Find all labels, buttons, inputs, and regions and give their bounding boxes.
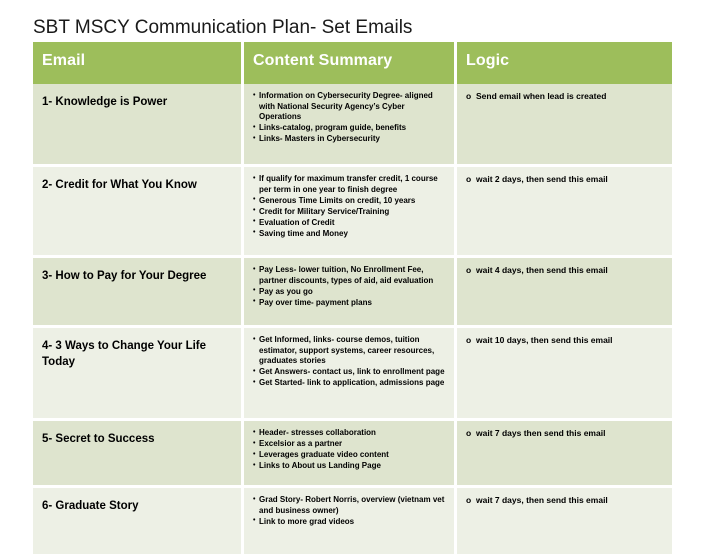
content-bullet-list: If qualify for maximum transfer credit, …: [253, 174, 447, 239]
table-row: 3- How to Pay for Your Degree Pay Less- …: [33, 258, 672, 328]
list-item: Pay Less- lower tuition, No Enrollment F…: [253, 265, 447, 286]
column-header-content-summary: Content Summary: [244, 42, 457, 84]
cell-content-summary: Header- stresses collaboration Excelsior…: [244, 421, 457, 488]
list-item: Links- Masters in Cybersecurity: [253, 134, 447, 145]
list-item: Pay over time- payment plans: [253, 297, 447, 309]
cell-content-summary: Information on Cybersecurity Degree- ali…: [244, 84, 457, 167]
cell-content-summary: Get Informed, links- course demos, tuiti…: [244, 328, 457, 421]
page-title: SBT MSCY Communication Plan- Set Emails: [33, 17, 413, 38]
cell-logic: wait 7 days then send this email: [457, 421, 672, 488]
list-item: Pay as you go: [253, 286, 447, 298]
cell-content-summary: If qualify for maximum transfer credit, …: [244, 167, 457, 258]
slide-canvas: SBT MSCY Communication Plan- Set Emails …: [0, 0, 720, 557]
cell-content-summary: Pay Less- lower tuition, No Enrollment F…: [244, 258, 457, 328]
list-item: Generous Time Limits on credit, 10 years: [253, 195, 447, 207]
content-bullet-list: Grad Story- Robert Norris, overview (vie…: [253, 495, 447, 527]
list-item: Links to About us Landing Page: [253, 461, 447, 472]
cell-email: 4- 3 Ways to Change Your Life Today: [33, 328, 244, 421]
table-row: 4- 3 Ways to Change Your Life Today Get …: [33, 328, 672, 421]
list-item: Link to more grad videos: [253, 516, 447, 528]
cell-content-summary: Grad Story- Robert Norris, overview (vie…: [244, 488, 457, 557]
list-item: Get Informed, links- course demos, tuiti…: [253, 335, 447, 367]
column-header-email: Email: [33, 42, 244, 84]
list-item: Grad Story- Robert Norris, overview (vie…: [253, 495, 447, 516]
logic-text: wait 2 days, then send this email: [466, 174, 665, 185]
table-header: Email Content Summary Logic: [33, 42, 672, 84]
cell-logic: wait 10 days, then send this email: [457, 328, 672, 421]
content-bullet-list: Get Informed, links- course demos, tuiti…: [253, 335, 447, 389]
table-row: 6- Graduate Story Grad Story- Robert Nor…: [33, 488, 672, 557]
content-bullet-list: Information on Cybersecurity Degree- ali…: [253, 91, 447, 145]
cell-logic: wait 2 days, then send this email: [457, 167, 672, 258]
cell-email: 1- Knowledge is Power: [33, 84, 244, 167]
cell-email: 3- How to Pay for Your Degree: [33, 258, 244, 328]
table-row: 1- Knowledge is Power Information on Cyb…: [33, 84, 672, 167]
table-body: 1- Knowledge is Power Information on Cyb…: [33, 84, 672, 557]
list-item: Excelsior as a partner: [253, 439, 447, 450]
cell-email: 6- Graduate Story: [33, 488, 244, 557]
content-bullet-list: Header- stresses collaboration Excelsior…: [253, 428, 447, 472]
email-label: 5- Secret to Success: [42, 433, 155, 445]
email-label: 2- Credit for What You Know: [42, 179, 197, 191]
cell-logic: wait 7 days, then send this email: [457, 488, 672, 557]
column-header-logic: Logic: [457, 42, 672, 84]
list-item: Get Started- link to application, admiss…: [253, 378, 447, 389]
list-item: Credit for Military Service/Training: [253, 206, 447, 218]
logic-text: wait 4 days, then send this email: [466, 265, 665, 276]
list-item: If qualify for maximum transfer credit, …: [253, 174, 447, 195]
cell-email: 2- Credit for What You Know: [33, 167, 244, 258]
list-item: Saving time and Money: [253, 228, 447, 240]
logic-text: wait 7 days, then send this email: [466, 495, 665, 506]
table-header-row: Email Content Summary Logic: [33, 42, 672, 84]
list-item: Links-catalog, program guide, benefits: [253, 123, 447, 134]
table-row: 2- Credit for What You Know If qualify f…: [33, 167, 672, 258]
communication-plan-table: Email Content Summary Logic 1- Knowledge…: [33, 42, 672, 557]
logic-text: wait 10 days, then send this email: [466, 335, 665, 346]
logic-text: wait 7 days then send this email: [466, 428, 665, 439]
email-label: 1- Knowledge is Power: [42, 96, 168, 108]
cell-logic: Send email when lead is created: [457, 84, 672, 167]
content-bullet-list: Pay Less- lower tuition, No Enrollment F…: [253, 265, 447, 308]
email-label: 4- 3 Ways to Change Your Life Today: [42, 340, 207, 368]
list-item: Leverages graduate video content: [253, 450, 447, 461]
email-label: 3- How to Pay for Your Degree: [42, 270, 207, 282]
list-item: Information on Cybersecurity Degree- ali…: [253, 91, 447, 123]
list-item: Header- stresses collaboration: [253, 428, 447, 439]
table-row: 5- Secret to Success Header- stresses co…: [33, 421, 672, 488]
cell-email: 5- Secret to Success: [33, 421, 244, 488]
cell-logic: wait 4 days, then send this email: [457, 258, 672, 328]
logic-text: Send email when lead is created: [466, 91, 665, 102]
list-item: Evaluation of Credit: [253, 217, 447, 229]
email-label: 6- Graduate Story: [42, 500, 139, 512]
list-item: Get Answers- contact us, link to enrollm…: [253, 367, 447, 378]
